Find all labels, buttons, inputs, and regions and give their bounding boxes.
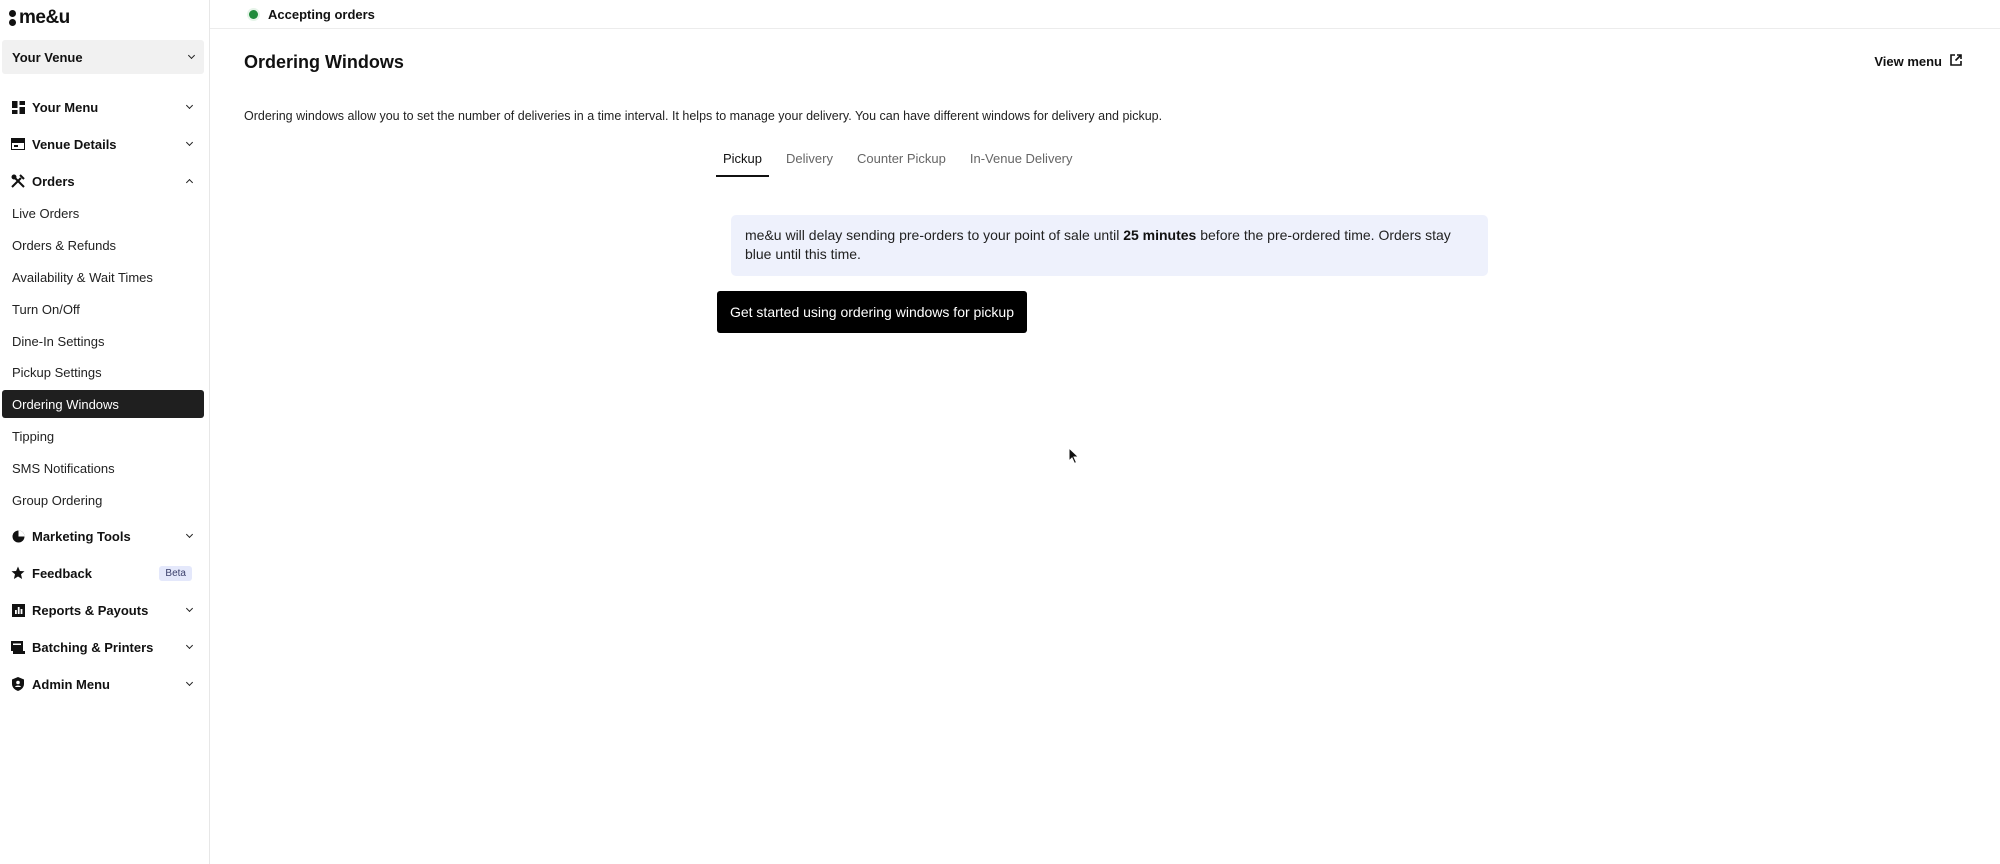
beta-badge: Beta	[159, 565, 192, 581]
order-status-text: Accepting orders	[268, 6, 375, 22]
chevron-down-icon	[185, 641, 194, 649]
sidebar-section-reports-payouts[interactable]: Reports & Payouts	[0, 595, 204, 625]
chevron-down-icon	[185, 530, 194, 538]
mouse-cursor-icon	[1068, 446, 1080, 470]
sidebar-item-pickup-settings[interactable]: Pickup Settings	[2, 358, 204, 386]
tab-pickup[interactable]: Pickup	[716, 142, 770, 177]
tab-delivery[interactable]: Delivery	[779, 142, 840, 177]
chevron-down-icon	[187, 51, 196, 59]
sidebar: me&u Your Venue Your Menu Venue Details …	[0, 0, 210, 864]
sidebar-section-batching-printers[interactable]: Batching & Printers	[0, 632, 204, 662]
sidebar-section-feedback[interactable]: Feedback Beta	[0, 558, 204, 588]
chevron-down-icon	[185, 101, 194, 109]
sidebar-section-orders[interactable]: Orders	[0, 166, 204, 196]
sidebar-section-label: Admin Menu	[32, 676, 110, 692]
sidebar-item-turn-on-off[interactable]: Turn On/Off	[2, 295, 204, 323]
delivery-type-tabs: Pickup Delivery Counter Pickup In-Venue …	[716, 142, 1090, 177]
sidebar-section-your-menu[interactable]: Your Menu	[0, 92, 204, 122]
info-text-duration: 25 minutes	[1123, 227, 1197, 243]
chevron-down-icon	[185, 604, 194, 612]
top-bar: Accepting orders	[210, 0, 2000, 29]
page-title: Ordering Windows	[244, 52, 404, 72]
pie-chart-icon	[11, 529, 25, 543]
sidebar-item-live-orders[interactable]: Live Orders	[2, 199, 204, 227]
printer-icon	[11, 640, 25, 654]
sidebar-section-label: Your Menu	[32, 99, 99, 115]
sidebar-item-availability-wait-times[interactable]: Availability & Wait Times	[2, 263, 204, 291]
sidebar-item-tipping[interactable]: Tipping	[2, 422, 204, 450]
sidebar-section-label: Marketing Tools	[32, 528, 131, 544]
info-banner: me&u will delay sending pre-orders to yo…	[731, 215, 1488, 276]
star-icon	[11, 566, 25, 580]
grid-icon	[11, 100, 25, 114]
sidebar-section-label: Reports & Payouts	[32, 602, 149, 618]
sidebar-item-sms-notifications[interactable]: SMS Notifications	[2, 454, 204, 482]
logo-text: me&u	[19, 7, 70, 28]
shield-icon	[11, 677, 25, 691]
storefront-icon	[11, 137, 25, 151]
chevron-down-icon	[185, 678, 194, 686]
sidebar-section-label: Orders	[32, 173, 75, 189]
logo-mark-icon	[9, 10, 16, 26]
sidebar-item-dine-in-settings[interactable]: Dine-In Settings	[2, 327, 204, 355]
external-link-icon	[1950, 54, 1962, 69]
utensils-icon	[11, 174, 25, 188]
get-started-button[interactable]: Get started using ordering windows for p…	[717, 291, 1027, 333]
venue-selector[interactable]: Your Venue	[2, 40, 204, 74]
sidebar-item-ordering-windows[interactable]: Ordering Windows	[2, 390, 204, 418]
sidebar-section-label: Feedback	[32, 565, 92, 581]
tab-in-venue-delivery[interactable]: In-Venue Delivery	[963, 142, 1080, 177]
bar-chart-icon	[11, 603, 25, 617]
logo[interactable]: me&u	[9, 7, 70, 29]
chevron-down-icon	[185, 138, 194, 146]
sidebar-section-label: Batching & Printers	[32, 639, 154, 655]
sidebar-item-orders-refunds[interactable]: Orders & Refunds	[2, 231, 204, 259]
sidebar-section-label: Venue Details	[32, 136, 117, 152]
sidebar-section-marketing-tools[interactable]: Marketing Tools	[0, 521, 204, 551]
info-text-before: me&u will delay sending pre-orders to yo…	[745, 227, 1124, 243]
sidebar-section-venue-details[interactable]: Venue Details	[0, 129, 204, 159]
sidebar-section-admin-menu[interactable]: Admin Menu	[0, 669, 204, 699]
sidebar-item-group-ordering[interactable]: Group Ordering	[2, 486, 204, 514]
chevron-up-icon	[185, 178, 194, 187]
tab-counter-pickup[interactable]: Counter Pickup	[850, 142, 953, 177]
view-menu-link[interactable]: View menu	[1874, 54, 1962, 69]
venue-selector-label: Your Venue	[12, 49, 83, 65]
page-description: Ordering windows allow you to set the nu…	[244, 109, 1163, 123]
view-menu-label: View menu	[1874, 54, 1942, 69]
status-indicator-icon	[247, 7, 260, 21]
